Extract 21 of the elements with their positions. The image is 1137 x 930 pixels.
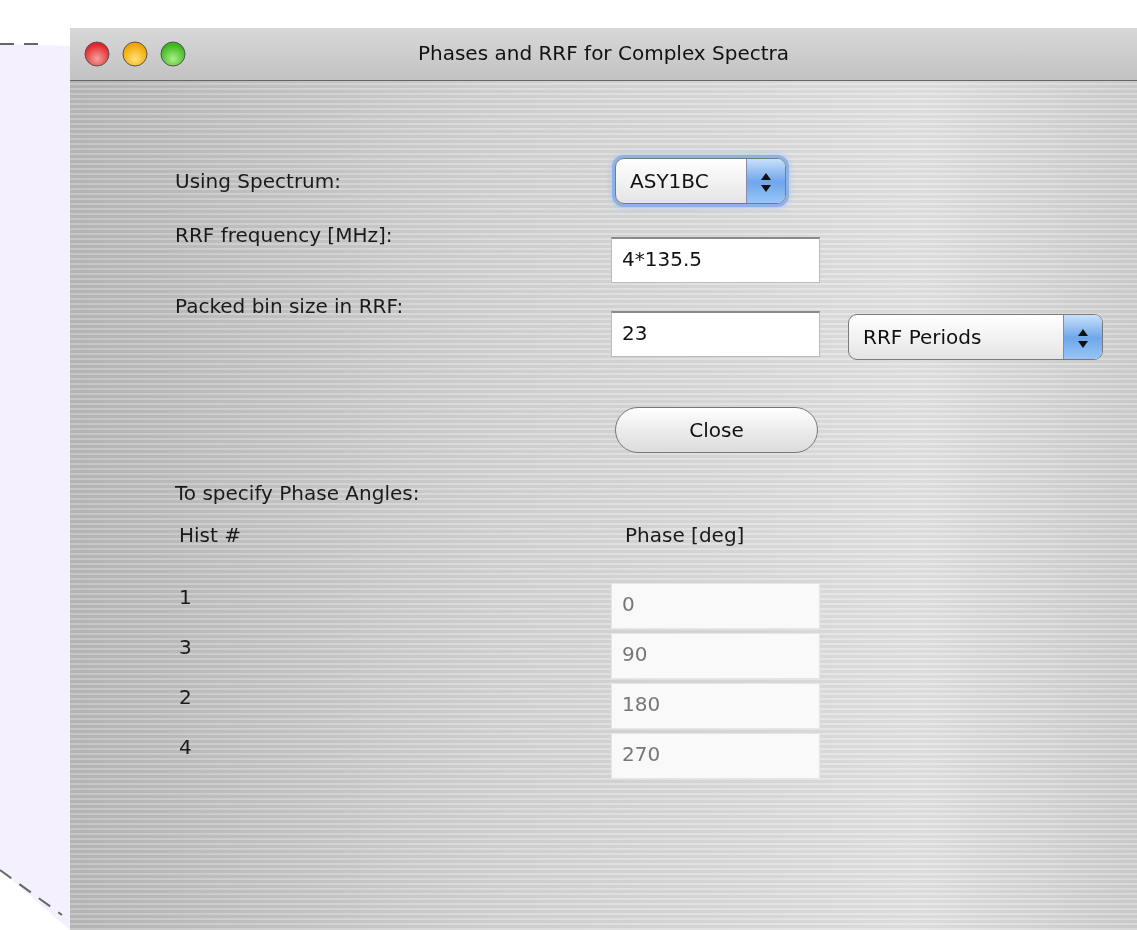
- zoom-button[interactable]: [160, 41, 186, 67]
- field-label: RRF frequency [MHz]:: [175, 223, 394, 247]
- close-button[interactable]: [84, 41, 110, 67]
- popup-button[interactable]: RRF Periods: [848, 314, 1103, 360]
- hist-number: 4: [178, 735, 193, 759]
- hist-number: 1: [178, 585, 193, 609]
- popup-button[interactable]: ASY1BC: [615, 158, 786, 204]
- section-heading: To specify Phase Angles:: [175, 481, 421, 505]
- up-down-arrows-icon: [746, 159, 785, 203]
- close-button[interactable]: Close: [615, 407, 818, 453]
- up-down-arrows-icon: [1063, 315, 1102, 359]
- input-field[interactable]: 23: [611, 311, 820, 357]
- field-label: Packed bin size in RRF:: [175, 294, 405, 318]
- field-label: Using Spectrum:: [175, 169, 342, 193]
- column-header: Hist #: [178, 523, 242, 547]
- hist-number: 2: [178, 685, 193, 709]
- hist-number: 3: [178, 635, 193, 659]
- input-field[interactable]: 4*135.5: [611, 237, 820, 283]
- column-header: Phase [deg]: [624, 523, 746, 547]
- minimize-button[interactable]: [122, 41, 148, 67]
- window-title: Phases and RRF for Complex Spectra: [417, 41, 790, 65]
